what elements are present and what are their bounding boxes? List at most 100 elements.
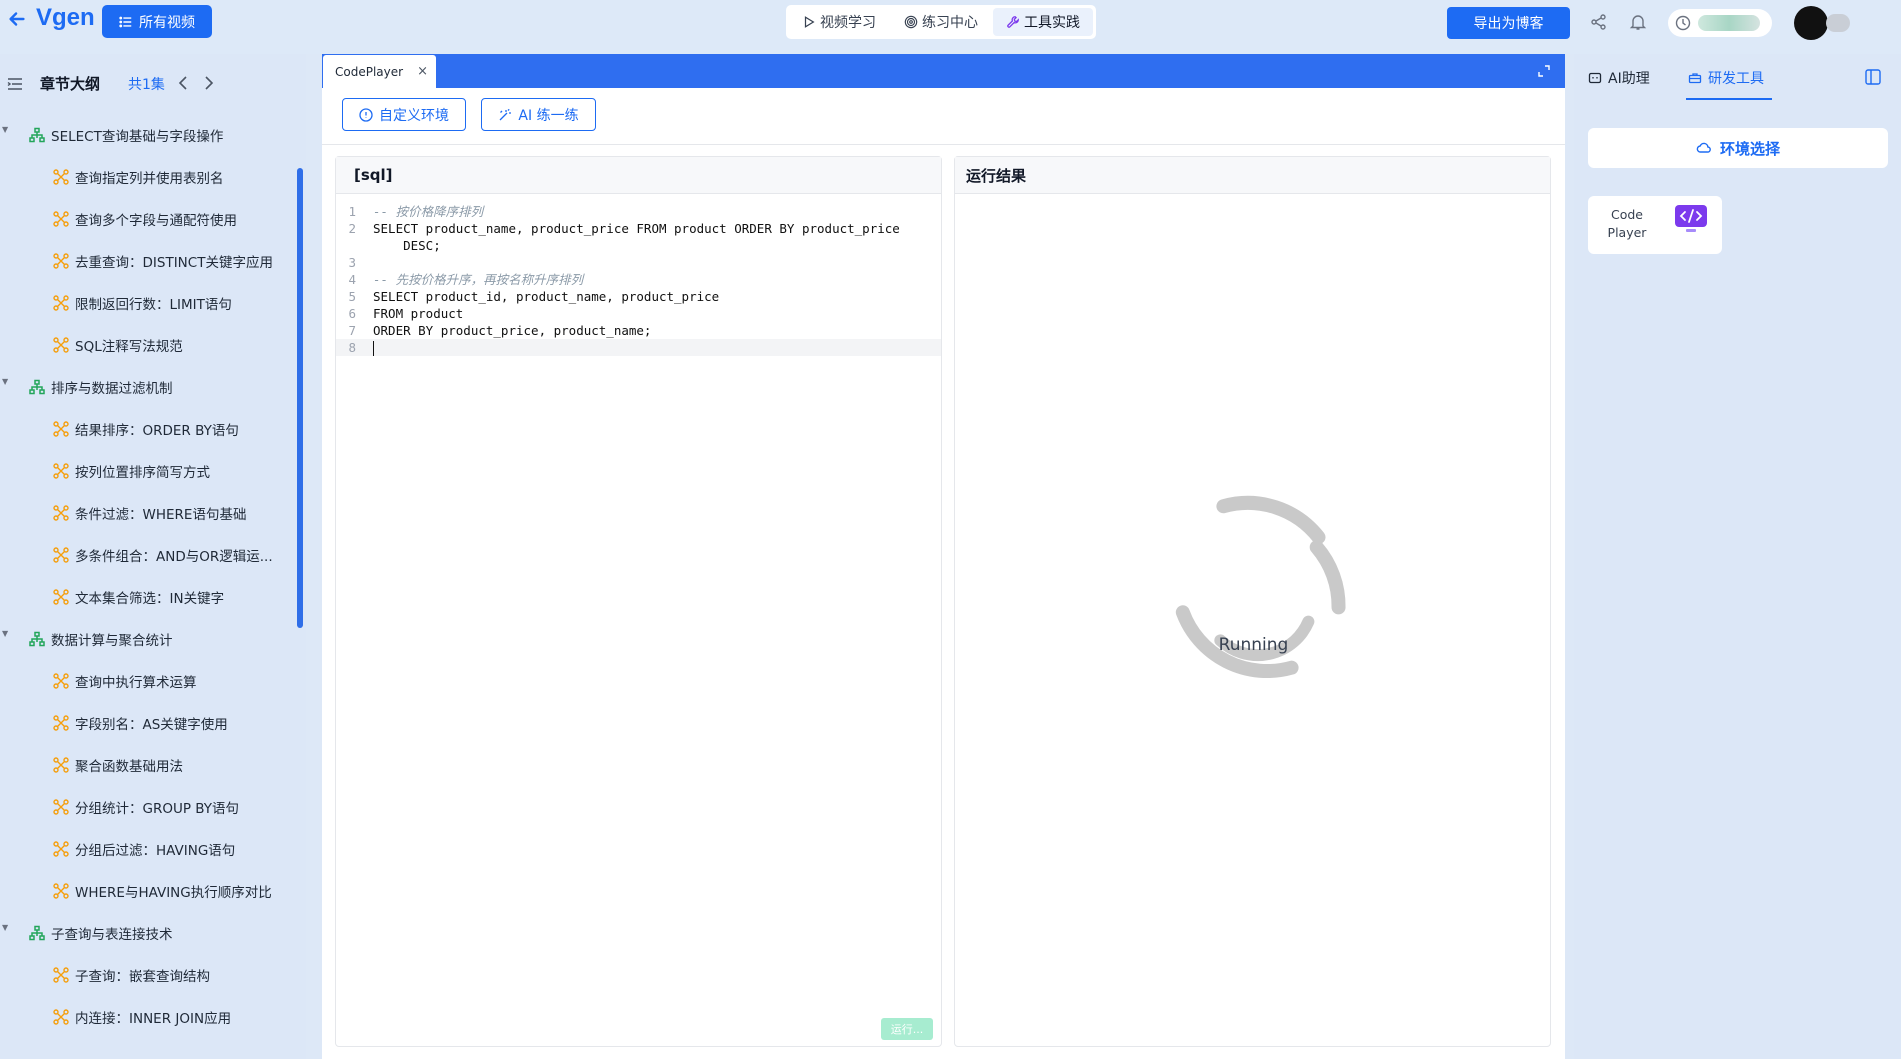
- section-item[interactable]: 文本集合筛选：IN关键字: [0, 576, 296, 618]
- node-graph-icon: [53, 1009, 69, 1025]
- export-blog-button[interactable]: 导出为博客: [1447, 7, 1570, 39]
- code-line[interactable]: 2 SELECT product_name, product_price FROM…: [336, 220, 941, 254]
- chevron-left-icon[interactable]: [175, 74, 191, 92]
- sidebar-scrollbar[interactable]: [297, 168, 303, 628]
- panel-layout-icon[interactable]: [1864, 68, 1882, 86]
- line-number: 7: [348, 323, 356, 338]
- close-icon[interactable]: ×: [417, 64, 428, 79]
- section-item[interactable]: WHERE与HAVING执行顺序对比: [0, 870, 296, 912]
- study-timer[interactable]: [1668, 9, 1772, 37]
- node-graph-icon: [53, 211, 69, 227]
- section-item[interactable]: 查询多个字段与通配符使用: [0, 198, 296, 240]
- back-arrow-icon[interactable]: [6, 8, 28, 30]
- section-item[interactable]: 结果排序：ORDER BY语句: [0, 408, 296, 450]
- running-status: Running: [1218, 635, 1289, 655]
- mode-tabs: 视频学习 练习中心 工具实践: [786, 5, 1096, 39]
- section-item[interactable]: 查询中执行算术运算: [0, 660, 296, 702]
- code-line[interactable]: 3: [336, 254, 941, 271]
- caret-down-icon[interactable]: ▼: [2, 923, 8, 932]
- code-player-panel: CodePlayer × 自定义环境 AI 练一练 [sql] 1 -- 按价格降…: [322, 54, 1565, 1059]
- caret-down-icon[interactable]: ▼: [2, 125, 8, 134]
- section-item[interactable]: 内连接：INNER JOIN应用: [0, 996, 296, 1038]
- tab-codeplayer[interactable]: CodePlayer ×: [323, 55, 436, 88]
- code-line[interactable]: 7 ORDER BY product_price, product_name;: [336, 322, 941, 339]
- tab-dev-tools[interactable]: 研发工具: [1688, 68, 1764, 88]
- section-item[interactable]: 限制返回行数：LIMIT语句: [0, 282, 296, 324]
- section-item[interactable]: 聚合函数基础用法: [0, 744, 296, 786]
- section-item[interactable]: 条件过滤：WHERE语句基础: [0, 492, 296, 534]
- code-line[interactable]: 8: [336, 339, 941, 356]
- chapter-item[interactable]: ▼ 数据计算与聚合统计: [0, 618, 296, 660]
- chapter-item[interactable]: ▼ SELECT查询基础与字段操作: [0, 114, 296, 156]
- section-item[interactable]: 子查询：嵌套查询结构: [0, 954, 296, 996]
- expand-icon[interactable]: [1537, 64, 1551, 78]
- code-line[interactable]: 4 -- 先按价格升序，再按名称升序排列: [336, 271, 941, 288]
- tab-video-learning[interactable]: 视频学习: [789, 8, 889, 36]
- line-text: -- 按价格降序排列: [373, 204, 484, 219]
- line-text: ORDER BY product_price, product_name;: [373, 323, 652, 338]
- item-label: 查询中执行算术运算: [75, 675, 197, 691]
- section-item[interactable]: SQL注释写法规范: [0, 324, 296, 366]
- chapter-item[interactable]: ▼ 排序与数据过滤机制: [0, 366, 296, 408]
- right-tool-panel: AI助理 研发工具 环境选择 Code Player: [1574, 54, 1901, 1059]
- caret-down-icon[interactable]: ▼: [2, 629, 8, 638]
- code-line[interactable]: 1 -- 按价格降序排列: [336, 203, 941, 220]
- cloud-icon: [1696, 142, 1711, 153]
- info-icon: [359, 107, 373, 122]
- active-tab-indicator: [1686, 98, 1772, 100]
- all-videos-button[interactable]: 所有视频: [102, 5, 212, 38]
- bell-icon[interactable]: [1629, 13, 1647, 31]
- node-graph-icon: [53, 673, 69, 689]
- item-label: WHERE与HAVING执行顺序对比: [75, 885, 272, 901]
- item-label: 聚合函数基础用法: [75, 759, 183, 775]
- all-videos-label: 所有视频: [139, 14, 195, 31]
- share-icon[interactable]: [1590, 13, 1608, 31]
- app-logo[interactable]: Vgen: [36, 4, 95, 32]
- item-label: 查询多个字段与通配符使用: [75, 213, 237, 229]
- code-toolbar: 自定义环境 AI 练一练: [322, 88, 1565, 145]
- collapse-menu-icon[interactable]: [7, 76, 23, 92]
- tab-ai-assistant[interactable]: AI助理: [1588, 68, 1650, 88]
- section-item[interactable]: 字段别名：AS关键字使用: [0, 702, 296, 744]
- section-item[interactable]: 分组统计：GROUP BY语句: [0, 786, 296, 828]
- line-number: 4: [348, 272, 356, 287]
- loading-spinner-icon: [1175, 495, 1346, 679]
- caret-down-icon[interactable]: ▼: [2, 377, 8, 386]
- node-graph-icon: [53, 169, 69, 185]
- code-player-card[interactable]: Code Player: [1588, 196, 1722, 254]
- line-number: 3: [348, 255, 356, 270]
- chevron-right-icon[interactable]: [201, 74, 217, 92]
- bot-icon: [1588, 72, 1602, 84]
- item-label: 子查询：嵌套查询结构: [75, 969, 210, 985]
- tab-label: 练习中心: [922, 15, 978, 31]
- section-item[interactable]: 去重查询：DISTINCT关键字应用: [0, 240, 296, 282]
- line-text: -- 先按价格升序，再按名称升序排列: [373, 272, 584, 287]
- code-line[interactable]: 6 FROM product: [336, 305, 941, 322]
- environment-select-button[interactable]: 环境选择: [1588, 128, 1888, 168]
- line-number: 6: [348, 306, 356, 321]
- node-graph-icon: [53, 799, 69, 815]
- section-item[interactable]: 多条件组合：AND与OR逻辑运...: [0, 534, 296, 576]
- ai-practice-button[interactable]: AI 练一练: [481, 98, 596, 131]
- chapter-outline-sidebar: 章节大纲 共1集 ▼ SELECT查询基础与字段操作 查询指定列并使用表别名 查询多个…: [0, 54, 306, 1059]
- sidebar-title: 章节大纲: [40, 75, 101, 93]
- tab-practice-center[interactable]: 练习中心: [891, 8, 991, 36]
- line-text: [366, 339, 931, 356]
- custom-environment-button[interactable]: 自定义环境: [342, 98, 466, 131]
- item-label: 分组后过滤：HAVING语句: [75, 843, 236, 859]
- section-item[interactable]: 查询指定列并使用表别名: [0, 156, 296, 198]
- section-item[interactable]: 分组后过滤：HAVING语句: [0, 828, 296, 870]
- item-label: 子查询与表连接技术: [51, 927, 173, 943]
- line-text: FROM product: [373, 306, 464, 321]
- chapter-item[interactable]: ▼ 子查询与表连接技术: [0, 912, 296, 954]
- hierarchy-icon: [29, 631, 45, 647]
- run-button[interactable]: 运行...: [881, 1018, 933, 1040]
- blurred-timer-value: [1698, 15, 1760, 31]
- user-avatar[interactable]: [1794, 6, 1828, 40]
- node-graph-icon: [53, 841, 69, 857]
- code-area[interactable]: 1 -- 按价格降序排列 2 SELECT product_name, product…: [336, 203, 941, 356]
- section-item[interactable]: 按列位置排序简写方式: [0, 450, 296, 492]
- tab-tool-practice[interactable]: 工具实践: [993, 8, 1093, 36]
- code-line[interactable]: 5 SELECT product_id, product_name, produc…: [336, 288, 941, 305]
- line-number: 1: [348, 204, 356, 219]
